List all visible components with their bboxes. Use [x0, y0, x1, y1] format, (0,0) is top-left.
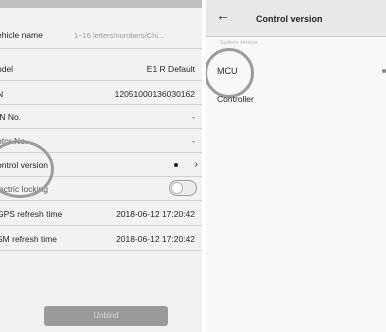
- page-title: Control version: [256, 14, 323, 24]
- vin-value: -: [192, 112, 195, 122]
- gsm-refresh-label: SM refresh time: [0, 234, 57, 244]
- divider: [0, 250, 202, 251]
- divider: [0, 48, 202, 49]
- divider: [0, 225, 202, 226]
- divider: [0, 128, 202, 129]
- vehicle-detail-screen: ehicle name 1~16 letters/numbers/Chi... …: [0, 0, 202, 332]
- motor-value: -: [192, 136, 195, 146]
- vin-label: IN No.: [0, 112, 22, 122]
- control-version-screen: ← Control version System version MCU Con…: [206, 0, 386, 332]
- section-label: System version: [220, 40, 258, 46]
- gps-refresh-value: 2018-06-12 17:20:42: [116, 209, 195, 219]
- chevron-right-icon: ›: [194, 159, 198, 170]
- vehicle-name-input[interactable]: 1~16 letters/numbers/Chi...: [74, 31, 164, 40]
- unbind-button[interactable]: Unbind: [44, 306, 168, 326]
- divider: [206, 36, 386, 37]
- electric-locking-toggle[interactable]: [169, 180, 197, 196]
- model-value: E1 R Default: [146, 64, 195, 74]
- sn-label: N: [0, 89, 4, 99]
- gsm-refresh-value: 2018-06-12 17:20:42: [116, 234, 195, 244]
- divider: [0, 200, 202, 201]
- toggle-knob: [171, 182, 183, 194]
- gps-refresh-label: GPS refresh time: [0, 209, 63, 219]
- update-dot-icon: [382, 69, 386, 73]
- update-dot-icon: [174, 163, 178, 167]
- divider: [0, 80, 202, 81]
- header-bar: ← Control version: [206, 0, 386, 36]
- model-label: odel: [0, 64, 14, 74]
- sn-value: 12051000136030162: [114, 89, 195, 99]
- vehicle-name-label: ehicle name: [0, 30, 43, 40]
- arrow-left-icon[interactable]: ←: [216, 7, 230, 23]
- list-item-controller[interactable]: Controller: [217, 94, 254, 104]
- list-item-mcu[interactable]: MCU: [217, 66, 238, 76]
- status-bar: [0, 0, 202, 8]
- divider: [0, 104, 202, 105]
